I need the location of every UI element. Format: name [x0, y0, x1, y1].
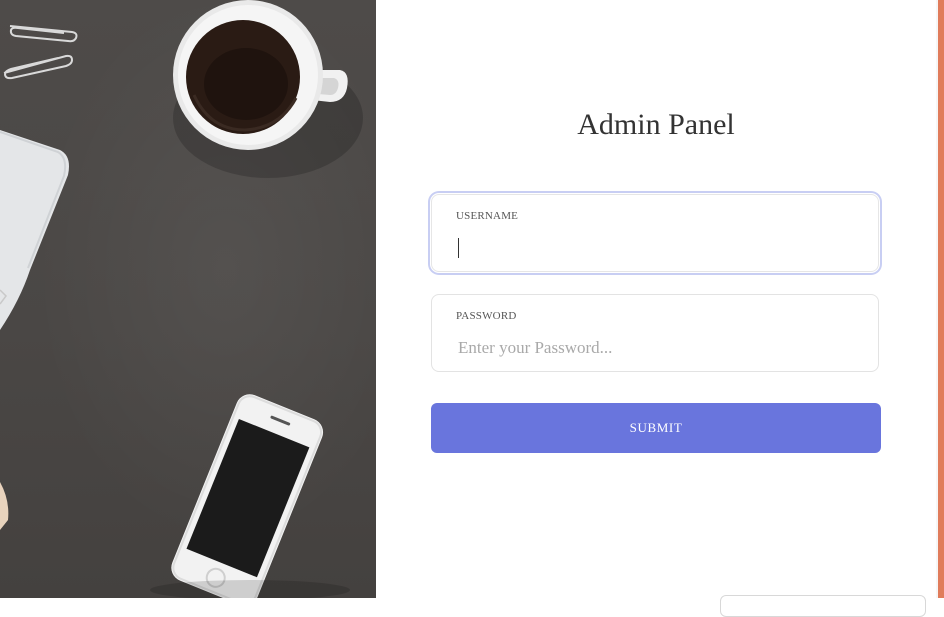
hero-photo: [0, 0, 376, 598]
username-label: USERNAME: [456, 210, 519, 222]
text-caret: [458, 238, 459, 258]
submit-button[interactable]: SUBMIT: [431, 403, 881, 453]
laptop-icon: [0, 130, 69, 330]
right-edge-accent: [938, 0, 944, 598]
smartphone-icon: [171, 394, 324, 598]
password-input[interactable]: [456, 335, 860, 361]
login-panel: Admin Panel USERNAME PASSWORD SUBMIT: [376, 0, 936, 617]
paper-clip-icon: [3, 25, 78, 80]
page-title: Admin Panel: [577, 108, 735, 141]
password-label: PASSWORD: [456, 310, 517, 322]
username-field[interactable]: USERNAME: [431, 194, 879, 272]
coffee-cup-icon: [173, 0, 323, 150]
password-field[interactable]: PASSWORD: [431, 294, 879, 372]
bottom-corner-box: [720, 595, 926, 617]
desk-illustration: [0, 0, 363, 598]
username-input[interactable]: [456, 235, 860, 261]
wooden-object: [0, 482, 9, 530]
